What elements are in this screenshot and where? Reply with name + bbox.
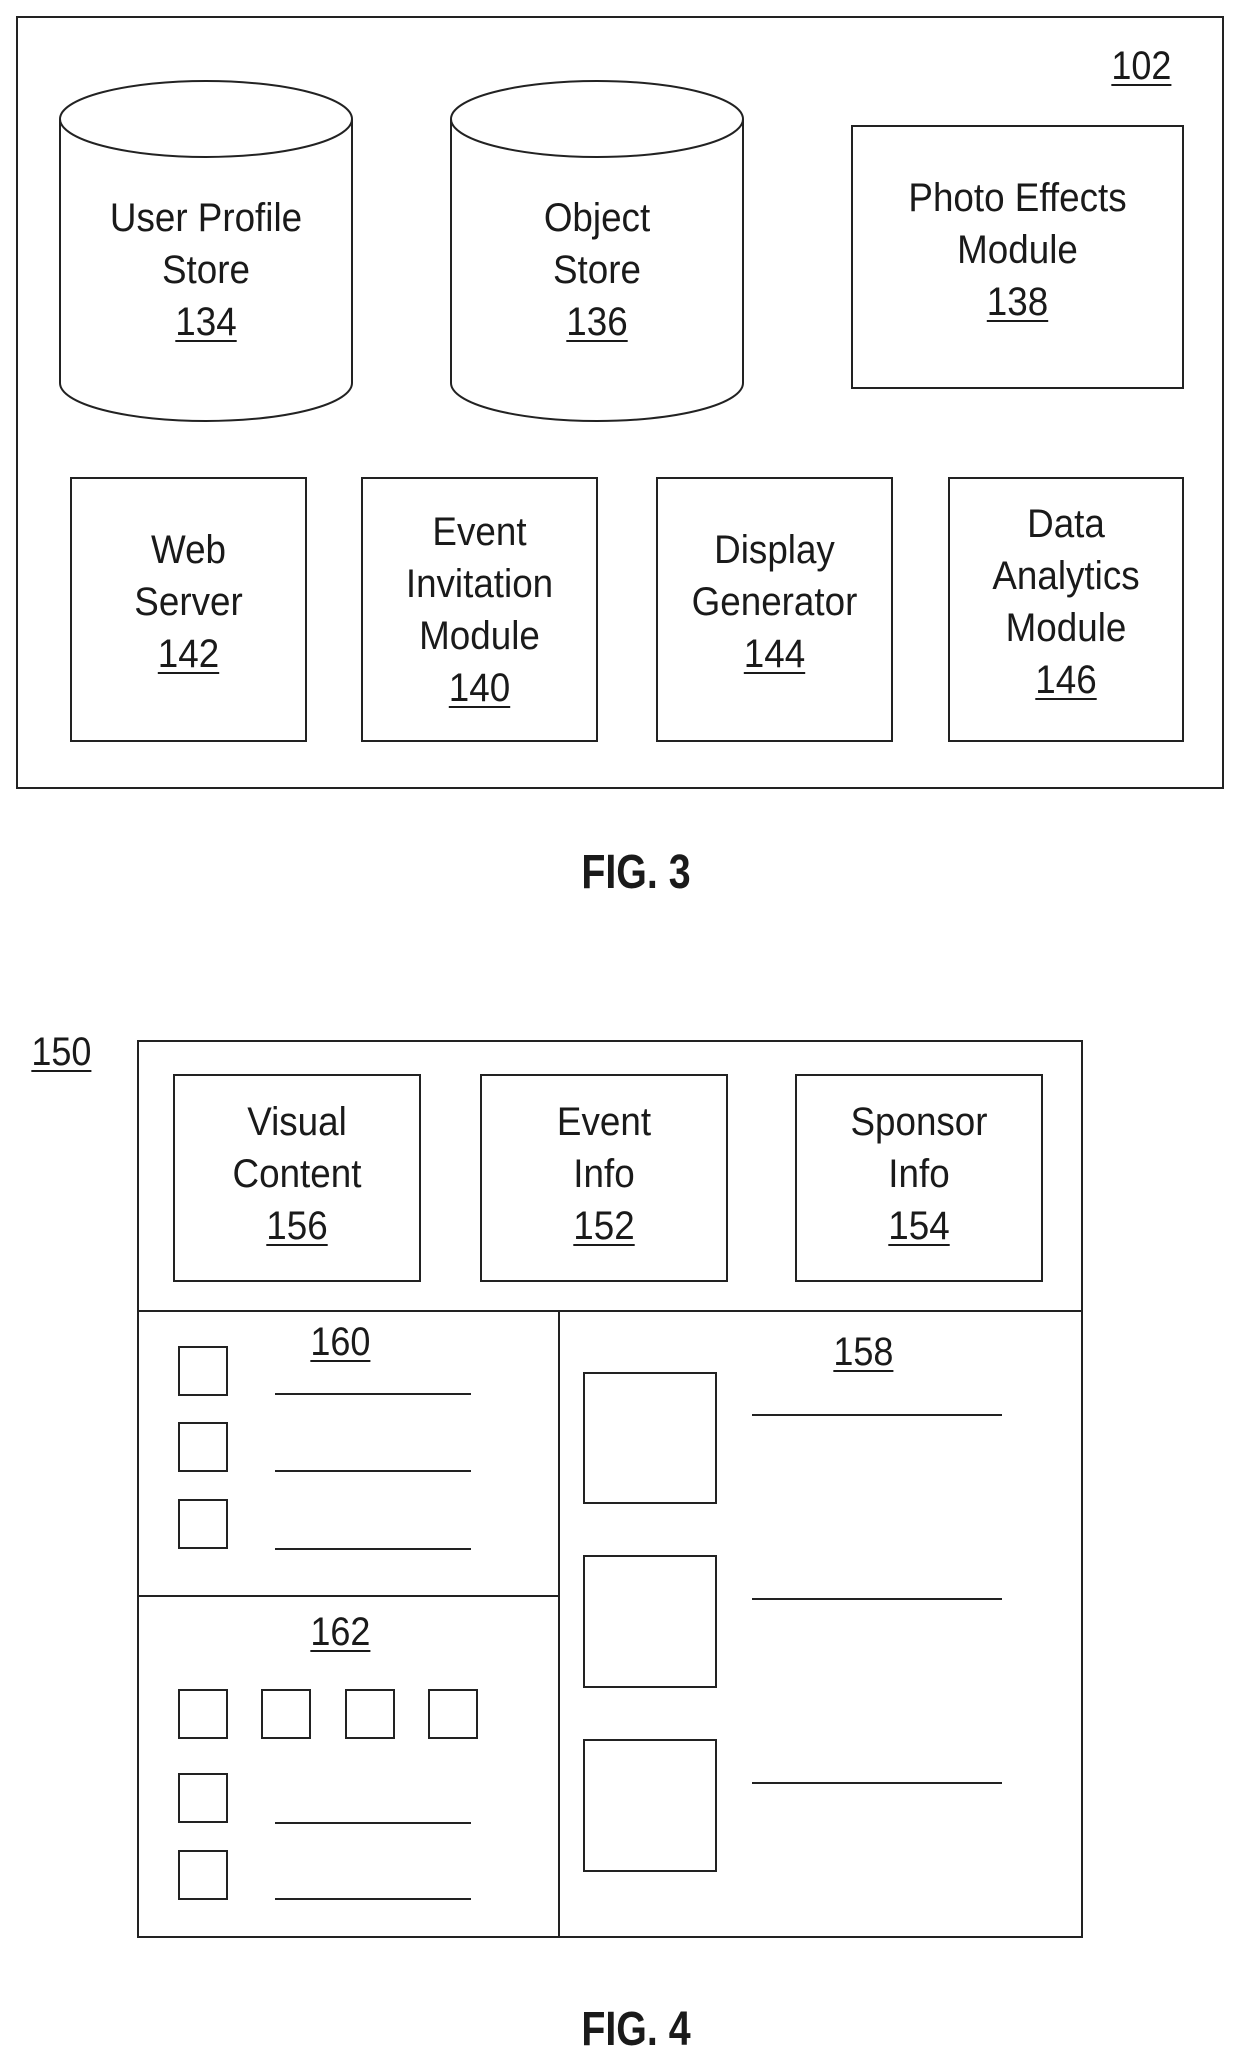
list-item-text-line xyxy=(275,1898,471,1900)
list-item-thumbnail xyxy=(178,1499,228,1549)
list-item-text-line xyxy=(275,1470,471,1472)
fig3-caption: FIG. 3 xyxy=(581,846,691,899)
list-item-thumbnail xyxy=(178,1422,228,1472)
system-ref-label: 102 xyxy=(1111,44,1172,88)
list-item-thumbnail xyxy=(178,1850,228,1900)
grid-thumbnail xyxy=(428,1689,478,1739)
grid-thumbnail xyxy=(345,1689,395,1739)
grid-thumbnail xyxy=(261,1689,311,1739)
list-item-text-line xyxy=(275,1822,471,1824)
list-item-thumbnail xyxy=(178,1773,228,1823)
feed-item-image xyxy=(583,1739,717,1872)
visual-content-label: Visual Content 156 xyxy=(232,1100,362,1248)
feed-item-text-line xyxy=(752,1414,1002,1416)
list-item-text-line xyxy=(275,1393,471,1395)
user-profile-store-label: User Profile Store 134 xyxy=(109,196,303,344)
panel-160-ref: 160 xyxy=(310,1320,371,1364)
list-item-text-line xyxy=(275,1548,471,1550)
feed-item-text-line xyxy=(752,1598,1002,1600)
page-ref-label: 150 xyxy=(31,1030,92,1074)
data-analytics-module-label: Data Analytics Module 146 xyxy=(992,502,1140,702)
panel-162-ref: 162 xyxy=(310,1610,371,1654)
feed-item-image xyxy=(583,1555,717,1688)
event-info-label: Event Info 152 xyxy=(556,1100,652,1248)
fig4-caption: FIG. 4 xyxy=(581,2003,691,2056)
object-store-label: Object Store 136 xyxy=(543,196,651,344)
header-divider xyxy=(137,1310,1083,1312)
sponsor-info-label: Sponsor Info 154 xyxy=(850,1100,988,1248)
list-item-thumbnail xyxy=(178,1346,228,1396)
panel-158-ref: 158 xyxy=(833,1330,894,1374)
feed-item-text-line xyxy=(752,1782,1002,1784)
column-divider xyxy=(558,1310,560,1938)
grid-thumbnail xyxy=(178,1689,228,1739)
web-server-label: Web Server 142 xyxy=(134,528,243,676)
photo-effects-module-label: Photo Effects Module 138 xyxy=(908,176,1127,324)
display-generator-label: Display Generator 144 xyxy=(691,528,858,676)
feed-item-image xyxy=(583,1372,717,1504)
event-invitation-module-label: Event Invitation Module 140 xyxy=(405,509,554,710)
panel-160-162-divider xyxy=(137,1595,559,1597)
